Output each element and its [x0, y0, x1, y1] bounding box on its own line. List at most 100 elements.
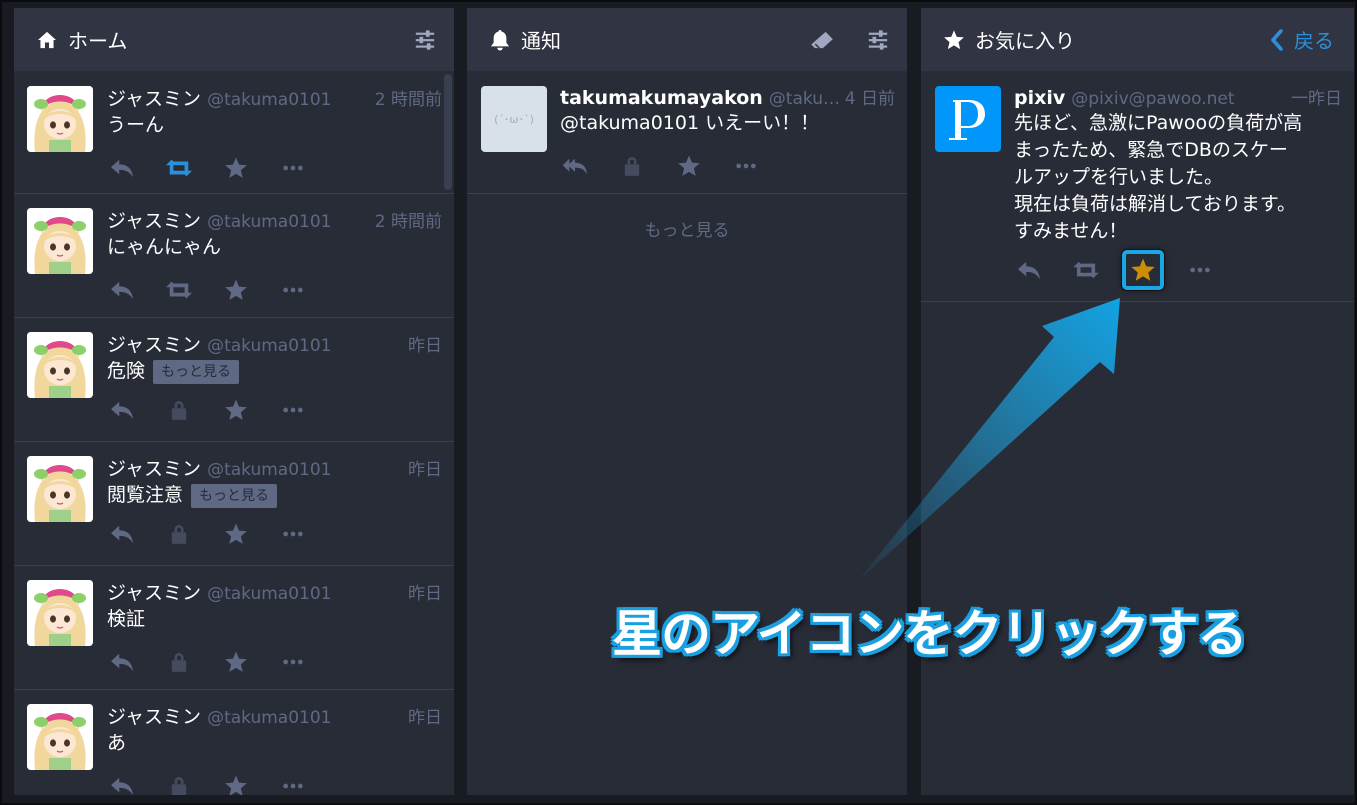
lock-icon	[623, 155, 641, 177]
boost-button-disabled	[166, 773, 192, 795]
favourite-button[interactable]	[223, 397, 249, 423]
display-name[interactable]: ジャスミン	[107, 454, 201, 481]
home-status-item[interactable]: ジャスミン @takuma0101 2 時間前 にゃんにゃん	[14, 194, 454, 318]
action-bar	[107, 773, 442, 795]
star-icon	[1130, 257, 1156, 283]
more-button[interactable]	[733, 153, 759, 179]
timestamp[interactable]: 昨日	[400, 455, 442, 480]
more-button[interactable]	[280, 773, 306, 795]
display-name[interactable]: ジャスミン	[107, 84, 201, 111]
more-button[interactable]	[280, 277, 306, 303]
home-status-item[interactable]: ジャスミン @takuma0101 2 時間前 うーん	[14, 72, 454, 194]
home-status-item[interactable]: ジャスミン @takuma0101 昨日 検証	[14, 566, 454, 690]
avatar[interactable]	[935, 86, 1001, 152]
avatar[interactable]	[27, 456, 93, 522]
display-name[interactable]: ジャスミン	[107, 702, 201, 729]
status-content-line: すみません！	[1014, 220, 1128, 242]
status-content: 危険 もっと見る	[107, 358, 442, 385]
favourite-button-highlighted[interactable]	[1122, 250, 1164, 290]
reply-icon	[109, 523, 135, 545]
timestamp[interactable]: 昨日	[400, 579, 442, 604]
reply-button[interactable]	[109, 773, 135, 795]
more-button[interactable]	[280, 155, 306, 181]
favourite-button[interactable]	[223, 277, 249, 303]
reply-button[interactable]	[109, 277, 135, 303]
ellipsis-icon	[282, 530, 304, 538]
reply-all-icon	[562, 155, 588, 177]
ellipsis-icon	[282, 658, 304, 666]
show-more-button[interactable]: もっと見る	[191, 483, 278, 508]
annotation-caption: 星のアイコンをクリックする	[612, 605, 1247, 663]
more-button[interactable]	[1187, 257, 1213, 283]
reply-button[interactable]	[109, 155, 135, 181]
reply-button[interactable]	[109, 521, 135, 547]
timestamp[interactable]: 2 時間前	[367, 207, 442, 232]
lock-icon	[170, 775, 188, 795]
load-more-button[interactable]: もっと見る	[467, 194, 907, 263]
ellipsis-icon	[282, 286, 304, 294]
boost-button[interactable]	[1073, 257, 1099, 283]
clear-notifications-button[interactable]	[809, 27, 835, 53]
notifications-column-header[interactable]: 通知	[467, 8, 907, 72]
more-button[interactable]	[280, 649, 306, 675]
timestamp[interactable]: 4 日前	[845, 84, 895, 109]
display-name[interactable]: ジャスミン	[107, 206, 201, 233]
favourited-status[interactable]: pixiv @pixiv@pawoo.net 一昨日 先ほど、急激にPawooの…	[921, 72, 1354, 302]
avatar[interactable]	[27, 580, 93, 646]
display-name[interactable]: ジャスミン	[107, 330, 201, 357]
avatar[interactable]	[27, 332, 93, 398]
avatar-image	[27, 332, 93, 398]
more-button[interactable]	[280, 397, 306, 423]
display-name[interactable]: takumakumayakon	[560, 87, 763, 109]
timestamp[interactable]: 2 時間前	[367, 85, 442, 110]
avatar[interactable]	[27, 86, 93, 152]
reply-button[interactable]	[109, 649, 135, 675]
favourite-button[interactable]	[676, 153, 702, 179]
home-status-item[interactable]: ジャスミン @takuma0101 昨日 あ	[14, 690, 454, 795]
reply-all-button[interactable]	[562, 153, 588, 179]
home-settings-button[interactable]	[412, 27, 438, 53]
status-content: 検証	[107, 606, 442, 633]
account-handle: @takum...	[768, 89, 845, 109]
notifications-settings-button[interactable]	[865, 27, 891, 53]
timestamp[interactable]: 昨日	[400, 703, 442, 728]
favourite-button[interactable]	[223, 649, 249, 675]
action-bar	[107, 649, 442, 675]
ellipsis-icon	[282, 164, 304, 172]
favourites-column-header[interactable]: お気に入り 戻る	[921, 8, 1354, 72]
status-content-line: 先ほど、急激にPawooの負荷が高	[1014, 112, 1303, 134]
home-column: ホーム ジャスミン @takuma0101 2 時間前 うーん ジャスミン @t…	[14, 8, 454, 795]
notification-status[interactable]: (´･ω･`) takumakumayakon @takum... 4 日前 @…	[467, 72, 907, 194]
ellipsis-icon	[282, 782, 304, 790]
home-column-header[interactable]: ホーム	[14, 8, 454, 72]
favourite-button[interactable]	[223, 773, 249, 795]
timestamp[interactable]: 昨日	[400, 331, 442, 356]
boost-button-disabled	[166, 649, 192, 675]
star-icon	[224, 278, 248, 302]
avatar-image	[27, 86, 93, 152]
display-name[interactable]: ジャスミン	[107, 578, 201, 605]
eraser-icon	[810, 31, 834, 49]
home-column-title: ホーム	[68, 29, 128, 53]
display-name[interactable]: pixiv	[1014, 87, 1065, 109]
timestamp[interactable]: 一昨日	[1283, 84, 1342, 109]
avatar[interactable]: (´･ω･`)	[481, 86, 547, 152]
status-content: うーん	[107, 112, 442, 139]
sliders-icon	[867, 29, 889, 51]
favourite-button[interactable]	[223, 521, 249, 547]
reply-button[interactable]	[1016, 257, 1042, 283]
home-status-item[interactable]: ジャスミン @takuma0101 昨日 閲覧注意 もっと見る	[14, 442, 454, 566]
show-more-button[interactable]: もっと見る	[153, 359, 240, 384]
boost-button[interactable]	[166, 155, 192, 181]
home-status-item[interactable]: ジャスミン @takuma0101 昨日 危険 もっと見る	[14, 318, 454, 442]
action-bar	[107, 521, 442, 547]
back-button[interactable]: 戻る	[1270, 25, 1334, 54]
avatar[interactable]	[27, 704, 93, 770]
boost-button[interactable]	[166, 277, 192, 303]
back-button-label: 戻る	[1294, 29, 1334, 53]
reply-button[interactable]	[109, 397, 135, 423]
avatar[interactable]	[27, 208, 93, 274]
more-button[interactable]	[280, 521, 306, 547]
status-content-line: 現在は負荷は解消しております。	[1014, 193, 1296, 215]
favourite-button[interactable]	[223, 155, 249, 181]
